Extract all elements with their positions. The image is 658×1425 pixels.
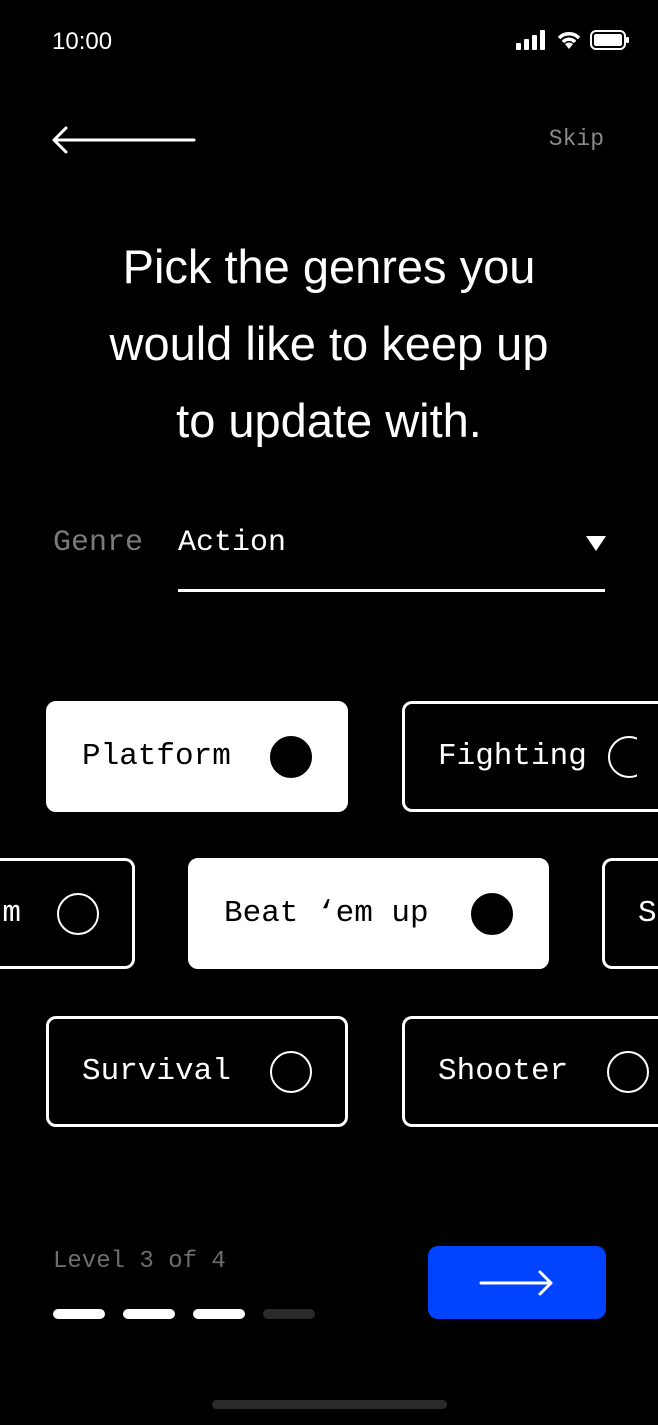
chip-fighting[interactable]: Fighting [402, 701, 658, 812]
status-time: 10:00 [52, 28, 113, 55]
title-line: Pick the genres you [122, 240, 536, 293]
radio-empty-icon [607, 735, 637, 778]
chip-partial-right[interactable]: S [602, 858, 658, 969]
title-line: to update with. [176, 394, 482, 447]
progress-step-done [123, 1309, 175, 1319]
chip-label: Beat ‘em up [224, 896, 429, 931]
genre-underline [178, 589, 605, 592]
chip-survival[interactable]: Survival [46, 1016, 348, 1127]
progress-step-pending [263, 1309, 315, 1319]
home-indicator [212, 1400, 447, 1409]
chip-partial-left[interactable]: m [0, 858, 135, 969]
battery-icon [590, 30, 629, 50]
level-label: Level 3 of 4 [53, 1248, 226, 1275]
title-line: would like to keep up [109, 317, 549, 370]
next-button[interactable] [428, 1246, 606, 1319]
page-title: Pick the genres you would like to keep u… [30, 228, 628, 459]
chip-label: Survival [82, 1054, 231, 1089]
radio-empty-icon [607, 1050, 650, 1093]
progress-indicator [53, 1309, 315, 1319]
genre-select[interactable]: Action [178, 526, 286, 560]
genre-label: Genre [53, 526, 144, 560]
progress-step-done [53, 1309, 105, 1319]
chip-label: S [638, 896, 657, 931]
skip-button[interactable]: Skip [549, 126, 604, 152]
caret-down-icon[interactable] [586, 536, 606, 551]
chip-label: Fighting [438, 739, 587, 774]
status-icons [516, 30, 630, 50]
chip-shooter[interactable]: Shooter [402, 1016, 658, 1127]
radio-empty-icon [57, 892, 99, 935]
chip-label: Platform [82, 739, 231, 774]
radio-empty-icon [270, 1050, 312, 1093]
chip-beat-em-up[interactable]: Beat ‘em up [188, 858, 549, 969]
radio-filled-icon [471, 892, 513, 935]
chip-platform[interactable]: Platform [46, 701, 348, 812]
progress-step-done [193, 1309, 245, 1319]
radio-filled-icon [270, 735, 312, 778]
wifi-icon [557, 32, 581, 49]
arrow-left-icon[interactable] [50, 125, 196, 155]
arrow-right-icon [479, 1270, 553, 1295]
chip-label: m [2, 896, 21, 931]
signal-icon [516, 30, 545, 50]
chip-label: Shooter [438, 1054, 569, 1089]
